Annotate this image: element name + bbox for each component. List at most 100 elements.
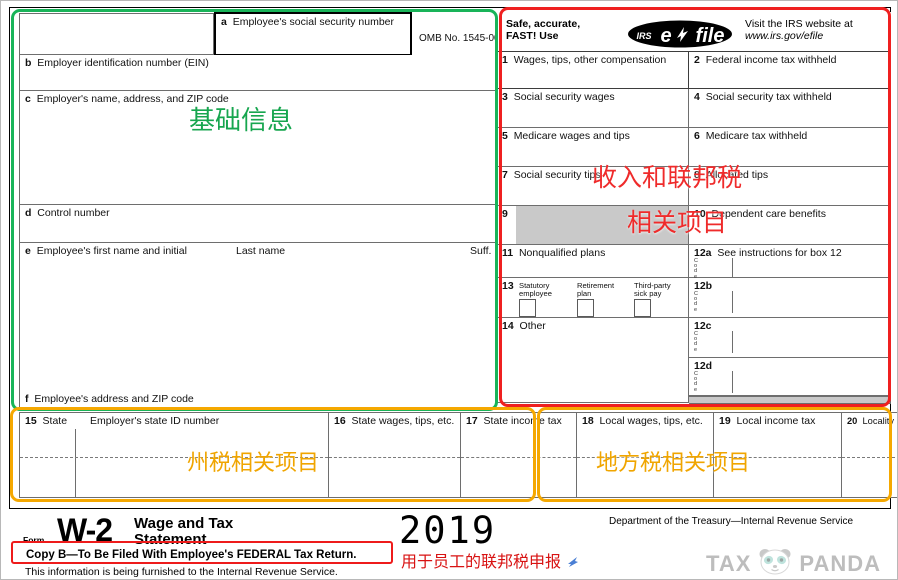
box-7-number: 7 — [502, 169, 508, 181]
form-number-w2: W-2 — [57, 512, 113, 548]
box-3-ss-wages[interactable]: 3 Social security wages — [496, 89, 689, 128]
box-13-third-party-sick-pay-checkbox[interactable] — [634, 299, 651, 317]
box-d-label: Control number — [37, 207, 110, 219]
w2-form-annotated-screenshot: a Employee's social security number OMB … — [0, 0, 898, 580]
box-13-retirement-plan-checkbox[interactable] — [577, 299, 594, 317]
box-19-label: Local income tax — [736, 415, 816, 427]
box-17-dotted-divider — [461, 457, 576, 458]
blank-header-cell — [19, 13, 214, 55]
copy-b-statement: Copy B—To Be Filed With Employee's FEDER… — [26, 549, 357, 561]
box-16-state-wages[interactable]: 16 State wages, tips, etc. — [329, 412, 461, 498]
box-e-lastname-label: Last name — [236, 245, 286, 257]
box-5-label: Medicare wages and tips — [513, 130, 630, 142]
box-4-label: Social security tax withheld — [705, 91, 832, 103]
panda-face-icon — [758, 547, 792, 579]
box-18-local-wages[interactable]: 18 Local wages, tips, etc. — [577, 412, 714, 498]
box-20-label: Locality name — [862, 416, 897, 426]
form-word-label: Form — [23, 535, 45, 545]
box-12a-code-divider — [732, 258, 733, 280]
box-2-label: Federal income tax withheld — [705, 54, 837, 66]
box-d-control-number[interactable]: d Control number — [19, 205, 496, 243]
box-20-number: 20 — [847, 416, 858, 426]
box-12c-code-rail: Code — [694, 331, 698, 353]
box-c-employer[interactable]: c Employer's name, address, and ZIP code — [19, 91, 496, 205]
box-15-number: 15 — [25, 415, 37, 427]
box-15-employer-state-id-label: Employer's state ID number — [90, 415, 220, 427]
efile-tagline-line2: FAST! Use — [506, 30, 559, 43]
box-18-number: 18 — [582, 415, 594, 427]
box-10-dependent-care[interactable]: 10 Dependent care benefits — [689, 206, 891, 245]
box-12b-code-rail: Code — [694, 291, 698, 313]
box-14-label: Other — [519, 320, 546, 332]
brand-panda-word: PANDA — [799, 550, 881, 576]
form-title-line2: Statement — [134, 530, 207, 548]
box-15-label: State — [42, 415, 68, 427]
efile-banner: Safe, accurate, FAST! Use IRS e file Vis… — [496, 12, 891, 56]
box-12b[interactable]: 12b Code — [689, 278, 891, 318]
box-12-bottom-shade — [689, 396, 891, 404]
svg-text:IRS: IRS — [636, 31, 651, 41]
box-18-label: Local wages, tips, etc. — [599, 415, 703, 427]
box-3-label: Social security wages — [513, 91, 615, 103]
state-local-tax-section: 15 State Employer's state ID number 16 S… — [9, 410, 897, 509]
box-12d-code-divider — [732, 371, 733, 393]
omb-cell: OMB No. 1545-0008 — [414, 13, 511, 55]
box-17-number: 17 — [466, 415, 478, 427]
box-19-dotted-divider — [714, 457, 841, 458]
tax-year: 2019 — [399, 509, 497, 552]
box-c-label: Employer's name, address, and ZIP code — [36, 93, 229, 105]
box-11-number: 11 — [502, 247, 514, 259]
box-7-label: Social security tips — [513, 169, 601, 181]
box-13-thirdparty-label-2: sick pay — [634, 289, 662, 299]
irs-efile-logo-icon: IRS e file — [628, 20, 732, 48]
department-label: Department of the Treasury—Internal Reve… — [609, 516, 854, 527]
box-13-statutory-employee-checkbox[interactable] — [519, 299, 536, 317]
box-17-label: State income tax — [483, 415, 562, 427]
svg-text:file: file — [696, 25, 725, 47]
box-16-number: 16 — [334, 415, 346, 427]
box-12d-code-rail: Code — [694, 371, 698, 393]
box-6-medicare-tax[interactable]: 6 Medicare tax withheld — [689, 128, 891, 167]
box-19-local-income-tax[interactable]: 19 Local income tax — [714, 412, 842, 498]
box-11-label: Nonqualified plans — [518, 247, 606, 259]
box-b-label: Employer identification number (EIN) — [37, 57, 209, 69]
efile-visit-line2[interactable]: www.irs.gov/efile — [745, 30, 823, 42]
box-9-shaded: 9 — [496, 206, 689, 245]
box-7-ss-tips[interactable]: 7 Social security tips — [496, 167, 689, 206]
box-12a-code-rail: Code — [694, 258, 698, 280]
box-8-allocated-tips[interactable]: 8 Allocated tips — [689, 167, 891, 206]
box-12a[interactable]: 12a See instructions for box 12 Code — [689, 245, 891, 280]
box-20-locality-name[interactable]: 20 Locality name — [842, 412, 897, 498]
box-18-dotted-divider — [577, 457, 713, 458]
box-2-federal-tax[interactable]: 2 Federal income tax withheld — [689, 51, 891, 89]
box-15-state-divider — [75, 429, 76, 497]
brand-tax-word: TAX — [706, 550, 752, 576]
box-10-label: Dependent care benefits — [711, 208, 826, 220]
box-16-label: State wages, tips, etc. — [351, 415, 455, 427]
box-e-f-employee[interactable]: e Employee's first name and initial Last… — [19, 243, 496, 409]
box-b-ein[interactable]: b Employer identification number (EIN) — [19, 55, 496, 91]
box-1-number: 1 — [502, 54, 508, 66]
efile-visit-line1: Visit the IRS website at — [745, 18, 853, 30]
box-a-ssn[interactable]: a Employee's social security number — [214, 12, 412, 56]
box-13-checkboxes[interactable]: 13 Statutory employee Retirement plan Th… — [496, 278, 689, 318]
box-9-number: 9 — [502, 208, 508, 220]
box-5-medicare-wages[interactable]: 5 Medicare wages and tips — [496, 128, 689, 167]
box-10-number: 10 — [694, 208, 706, 220]
box-12c[interactable]: 12c Code — [689, 318, 891, 358]
efile-tagline-line1: Safe, accurate, — [506, 18, 581, 30]
box-6-number: 6 — [694, 130, 700, 142]
box-4-ss-tax[interactable]: 4 Social security tax withheld — [689, 89, 891, 128]
box-11-nonqualified-plans[interactable]: 11 Nonqualified plans — [496, 245, 689, 278]
box-14-number: 14 — [502, 320, 514, 332]
box-13-retirement-label-2: plan — [577, 289, 592, 299]
box-1-wages[interactable]: 1 Wages, tips, other compensation — [496, 51, 689, 89]
box-5-number: 5 — [502, 130, 508, 142]
box-4-number: 4 — [694, 91, 700, 103]
box-14-other[interactable]: 14 Other — [496, 318, 689, 403]
box-13-number: 13 — [502, 280, 514, 292]
box-15-state[interactable]: 15 State Employer's state ID number — [19, 412, 329, 498]
box-12d[interactable]: 12d Code — [689, 358, 891, 396]
annotation-federal-filing-text: 用于员工的联邦税申报 — [401, 552, 562, 571]
box-17-state-income-tax[interactable]: 17 State income tax — [461, 412, 577, 498]
